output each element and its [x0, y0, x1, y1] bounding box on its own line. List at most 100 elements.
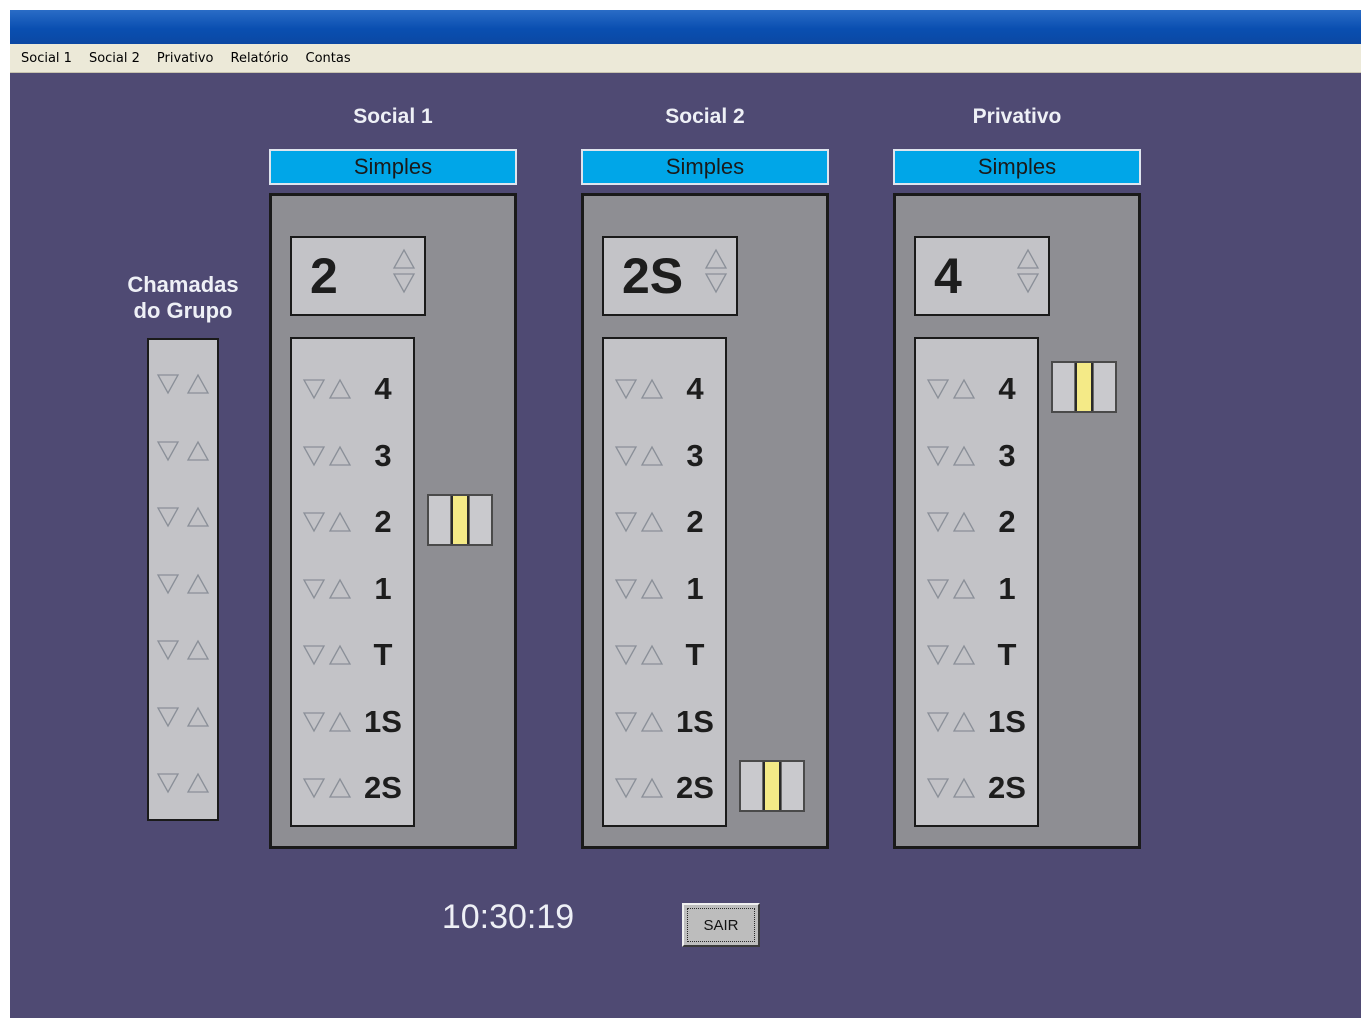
floor-row: 2 — [614, 502, 724, 542]
call-down-icon[interactable] — [156, 772, 180, 794]
menu-item-contas[interactable]: Contas — [295, 51, 357, 66]
call-down-icon[interactable] — [926, 578, 950, 600]
call-up-icon[interactable] — [328, 511, 352, 533]
call-up-icon[interactable] — [328, 711, 352, 733]
call-down-icon[interactable] — [926, 445, 950, 467]
floor-label[interactable]: 4 — [978, 371, 1036, 407]
call-down-icon[interactable] — [302, 511, 326, 533]
floor-label[interactable]: 2S — [978, 770, 1036, 806]
floor-label[interactable]: 2 — [354, 504, 412, 540]
group-call-row — [149, 364, 217, 404]
call-down-icon[interactable] — [926, 378, 950, 400]
call-up-icon[interactable] — [328, 445, 352, 467]
menu-item-relatorio[interactable]: Relatório — [220, 51, 295, 66]
call-down-icon[interactable] — [156, 573, 180, 595]
floor-label[interactable]: 2S — [666, 770, 724, 806]
call-up-icon[interactable] — [952, 378, 976, 400]
floor-label[interactable]: 2 — [978, 504, 1036, 540]
call-up-icon[interactable] — [640, 445, 664, 467]
call-up-icon[interactable] — [328, 378, 352, 400]
mode-selector-social-1[interactable]: Simples — [269, 149, 517, 185]
call-up-icon[interactable] — [952, 644, 976, 666]
floor-label[interactable]: 3 — [354, 438, 412, 474]
call-down-icon[interactable] — [614, 511, 638, 533]
title-bar[interactable] — [10, 10, 1361, 44]
call-up-icon[interactable] — [328, 644, 352, 666]
floor-label[interactable]: 2 — [666, 504, 724, 540]
floor-label[interactable]: 4 — [354, 371, 412, 407]
call-up-icon[interactable] — [186, 639, 210, 661]
call-down-icon[interactable] — [926, 711, 950, 733]
call-down-icon[interactable] — [614, 777, 638, 799]
call-down-icon[interactable] — [156, 706, 180, 728]
call-up-icon[interactable] — [640, 578, 664, 600]
call-up-icon[interactable] — [186, 506, 210, 528]
call-up-icon[interactable] — [640, 777, 664, 799]
floor-row: T — [302, 635, 412, 675]
call-down-icon[interactable] — [156, 639, 180, 661]
menu-bar: Social 1 Social 2 Privativo Relatório Co… — [10, 44, 1361, 73]
call-up-icon[interactable] — [640, 511, 664, 533]
call-down-icon[interactable] — [302, 777, 326, 799]
elevator-title-social-1: Social 1 — [353, 105, 433, 128]
menu-item-privativo[interactable]: Privativo — [146, 51, 220, 66]
floor-label[interactable]: 1 — [978, 571, 1036, 607]
floor-label[interactable]: T — [666, 637, 724, 673]
floor-label[interactable]: 1S — [354, 704, 412, 740]
call-down-icon[interactable] — [614, 445, 638, 467]
call-up-icon[interactable] — [186, 573, 210, 595]
floor-row: 2 — [926, 502, 1036, 542]
floor-label[interactable]: T — [978, 637, 1036, 673]
call-down-icon[interactable] — [156, 440, 180, 462]
floor-label[interactable]: 1 — [666, 571, 724, 607]
floor-row: T — [926, 635, 1036, 675]
call-down-icon[interactable] — [156, 506, 180, 528]
floor-label[interactable]: 1S — [978, 704, 1036, 740]
floor-label[interactable]: 1 — [354, 571, 412, 607]
call-down-icon[interactable] — [302, 711, 326, 733]
group-call-row — [149, 431, 217, 471]
floor-label[interactable]: 2S — [354, 770, 412, 806]
floor-label[interactable]: 4 — [666, 371, 724, 407]
menu-item-social-1[interactable]: Social 1 — [10, 51, 78, 66]
floor-label[interactable]: 3 — [666, 438, 724, 474]
call-up-icon[interactable] — [952, 445, 976, 467]
call-up-icon[interactable] — [952, 511, 976, 533]
call-down-icon[interactable] — [926, 511, 950, 533]
call-up-icon[interactable] — [640, 378, 664, 400]
call-up-icon[interactable] — [186, 440, 210, 462]
call-up-icon[interactable] — [952, 777, 976, 799]
floor-label[interactable]: T — [354, 637, 412, 673]
floor-label[interactable]: 3 — [978, 438, 1036, 474]
clock: 10:30:19 — [441, 898, 575, 936]
call-down-icon[interactable] — [302, 644, 326, 666]
call-up-icon[interactable] — [328, 777, 352, 799]
call-down-icon[interactable] — [302, 378, 326, 400]
call-down-icon[interactable] — [926, 644, 950, 666]
menu-item-social-2[interactable]: Social 2 — [78, 51, 146, 66]
call-up-icon[interactable] — [186, 772, 210, 794]
call-up-icon[interactable] — [186, 706, 210, 728]
group-call-row — [149, 630, 217, 670]
call-down-icon[interactable] — [614, 378, 638, 400]
floor-label[interactable]: 1S — [666, 704, 724, 740]
call-up-icon[interactable] — [186, 373, 210, 395]
call-down-icon[interactable] — [156, 373, 180, 395]
call-up-icon[interactable] — [640, 644, 664, 666]
exit-button[interactable]: SAIR — [682, 903, 760, 947]
exit-button-label[interactable]: SAIR — [687, 908, 755, 942]
call-down-icon[interactable] — [614, 578, 638, 600]
call-up-icon[interactable] — [952, 711, 976, 733]
call-up-icon[interactable] — [640, 711, 664, 733]
call-down-icon[interactable] — [614, 644, 638, 666]
position-display: 2S — [602, 236, 738, 316]
mode-selector-social-2[interactable]: Simples — [581, 149, 829, 185]
call-down-icon[interactable] — [926, 777, 950, 799]
call-up-icon[interactable] — [328, 578, 352, 600]
mode-selector-privativo[interactable]: Simples — [893, 149, 1141, 185]
call-down-icon[interactable] — [614, 711, 638, 733]
call-down-icon[interactable] — [302, 445, 326, 467]
floor-row: 1 — [614, 569, 724, 609]
call-up-icon[interactable] — [952, 578, 976, 600]
call-down-icon[interactable] — [302, 578, 326, 600]
